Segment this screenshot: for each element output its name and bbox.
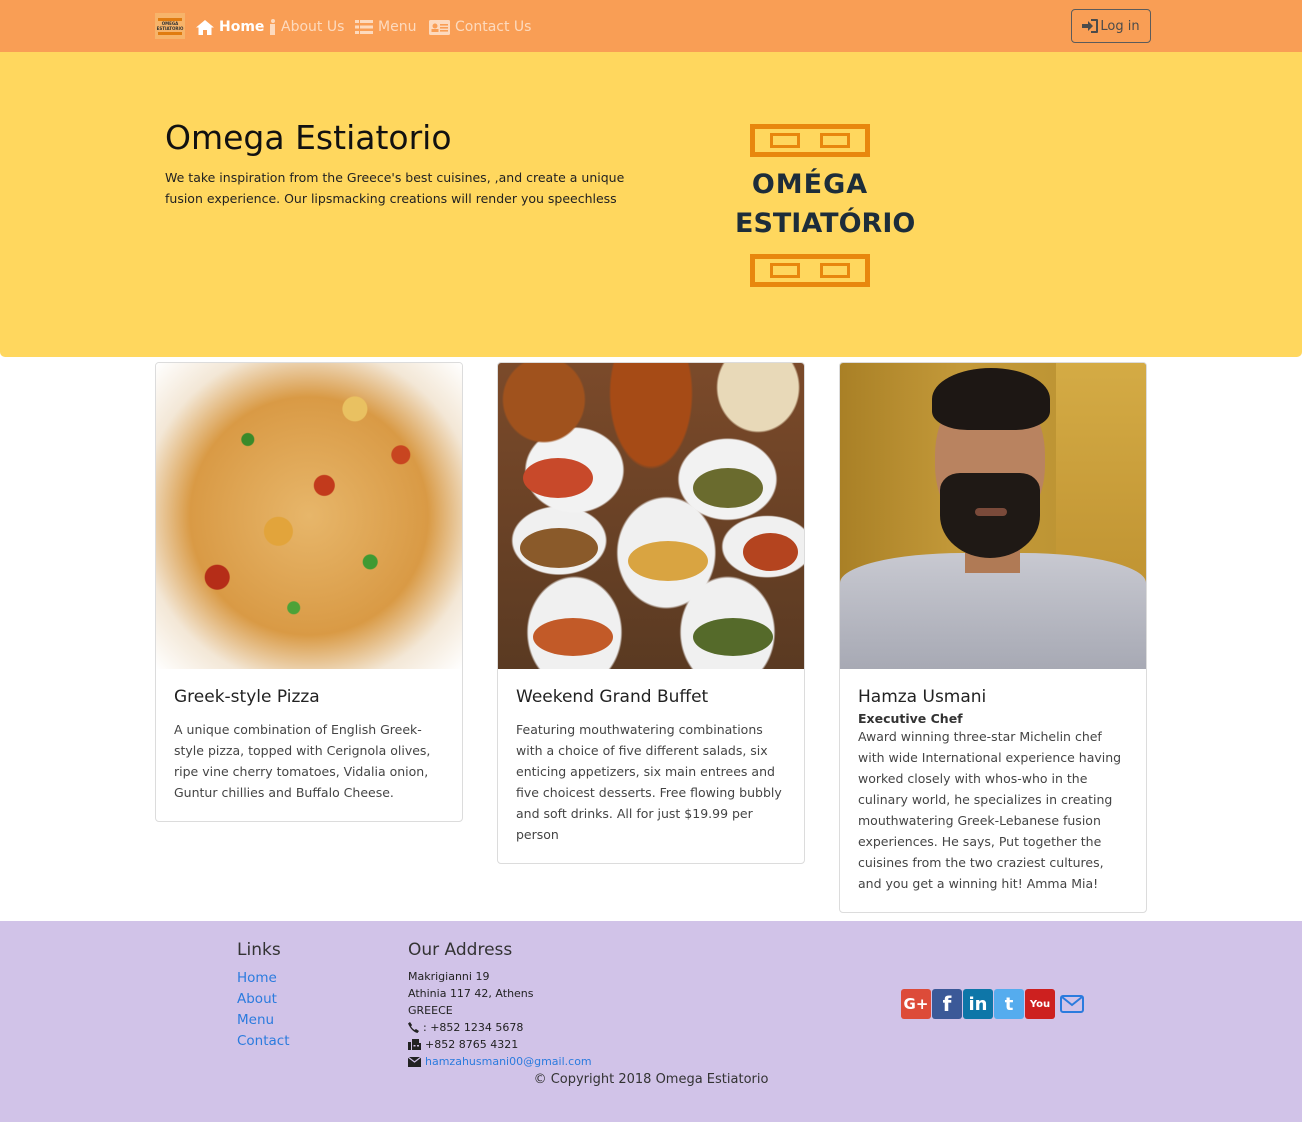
omega-estiatorio-logo-icon[interactable]: OMEGA ESTIATORIO xyxy=(155,13,185,39)
card-title: Weekend Grand Buffet xyxy=(516,687,709,707)
footer-links: Home About Menu Contact xyxy=(237,968,290,1052)
address-line: GREECE xyxy=(408,1004,453,1017)
card-pizza: Greek-style Pizza A unique combination o… xyxy=(155,362,463,822)
nav-contact-us-label: Contact Us xyxy=(455,19,532,35)
navbar: OMEGA ESTIATORIO Home About Us Menu Cont… xyxy=(0,0,1302,52)
nav-home[interactable]: Home xyxy=(196,17,264,37)
card-subtitle: Executive Chef xyxy=(858,711,963,726)
email-row: hamzahusmani00@gmail.com xyxy=(408,1053,592,1070)
address-line: Athinia 117 42, Athens xyxy=(408,987,534,1000)
greek-style-pizza-photo xyxy=(156,363,462,669)
fax-icon xyxy=(408,1039,421,1050)
meander-border-top xyxy=(750,124,870,157)
chef-portrait-photo xyxy=(840,363,1146,669)
footer-address: Makrigianni 19 Athinia 117 42, Athens GR… xyxy=(408,968,592,1070)
nav-contact-us[interactable]: Contact Us xyxy=(429,17,531,37)
hero-description: We take inspiration from the Greece's be… xyxy=(165,170,625,206)
envelope-icon xyxy=(408,1056,421,1067)
linkedin-icon[interactable]: in xyxy=(963,989,993,1019)
login-button-label: Log in xyxy=(1100,18,1140,34)
footer: Links Home About Menu Contact Our Addres… xyxy=(0,921,1302,1122)
phone-icon xyxy=(408,1022,419,1033)
facebook-icon[interactable]: f xyxy=(932,989,962,1019)
footer-link-contact[interactable]: Contact xyxy=(237,1031,290,1052)
hero-title: Omega Estiatorio xyxy=(165,118,452,157)
fax-number: +852 8765 4321 xyxy=(425,1038,519,1051)
meander-border-bottom xyxy=(750,254,870,287)
hero-logo-line2: ESTIATÓRIO xyxy=(735,208,916,239)
address-line: Makrigianni 19 xyxy=(408,970,490,983)
footer-address-heading: Our Address xyxy=(408,940,513,960)
footer-link-about[interactable]: About xyxy=(237,989,290,1010)
hero-logo-line1: OMÉGA xyxy=(751,169,869,200)
social-links: G+ f in t You xyxy=(901,989,1088,1019)
google-plus-icon[interactable]: G+ xyxy=(901,989,931,1019)
card-text: A unique combination of English Greek-st… xyxy=(174,722,431,800)
address-card-icon xyxy=(429,19,450,35)
sign-in-icon xyxy=(1082,19,1099,33)
nav-home-label: Home xyxy=(219,19,265,35)
hero-banner: Omega Estiatorio We take inspiration fro… xyxy=(0,52,1302,357)
nav-about-us[interactable]: About Us xyxy=(269,17,344,37)
card-buffet: Weekend Grand Buffet Featuring mouthwate… xyxy=(497,362,805,864)
twitter-icon[interactable]: t xyxy=(994,989,1024,1019)
home-icon xyxy=(196,19,214,35)
footer-links-heading: Links xyxy=(237,940,281,960)
footer-link-menu[interactable]: Menu xyxy=(237,1010,290,1031)
hero-logo: OMÉGA ESTIATÓRIO xyxy=(735,122,916,292)
card-title: Hamza Usmani xyxy=(858,687,987,707)
phone-row: : +852 1234 5678 xyxy=(408,1019,592,1036)
nav-menu[interactable]: Menu xyxy=(355,17,416,37)
mail-icon[interactable] xyxy=(1056,989,1088,1019)
phone-number: : +852 1234 5678 xyxy=(423,1021,524,1034)
card-chef: Hamza Usmani Executive Chef Award winnin… xyxy=(839,362,1147,913)
card-text: Featuring mouthwatering combinations wit… xyxy=(516,722,782,842)
email-link[interactable]: hamzahusmani00@gmail.com xyxy=(425,1053,592,1070)
copyright: © Copyright 2018 Omega Estiatorio xyxy=(533,1072,769,1087)
buffet-dishes-photo xyxy=(498,363,804,669)
fax-row: +852 8765 4321 xyxy=(408,1036,592,1053)
nav-about-us-label: About Us xyxy=(281,19,345,35)
info-icon xyxy=(270,19,275,35)
login-button[interactable]: Log in xyxy=(1071,9,1151,43)
youtube-icon[interactable]: You xyxy=(1025,989,1055,1019)
card-text: Award winning three-star Michelin chef w… xyxy=(858,729,1122,891)
list-icon xyxy=(355,20,373,34)
card-title: Greek-style Pizza xyxy=(174,687,320,707)
footer-link-home[interactable]: Home xyxy=(237,968,290,989)
nav-menu-label: Menu xyxy=(378,19,417,35)
